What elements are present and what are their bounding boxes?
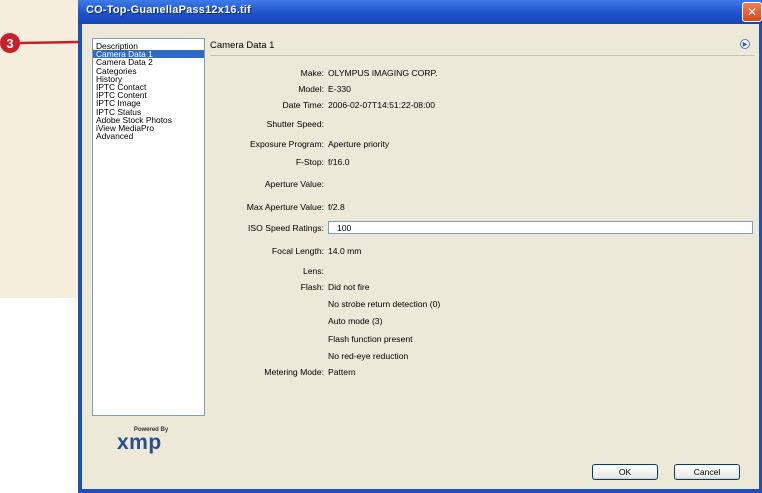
metadata-row: Date Time: 2006-02-07T14:51:22-08:00 bbox=[210, 98, 755, 112]
window-title: CO-Top-GuanellaPass12x16.tif bbox=[86, 4, 251, 16]
metadata-value: Aperture priority bbox=[328, 139, 390, 149]
cancel-button[interactable]: Cancel bbox=[674, 464, 740, 480]
iso-speed-field[interactable]: 100 bbox=[328, 221, 753, 234]
metadata-row: F-Stop: f/16.0 bbox=[210, 155, 755, 169]
metadata-row: Make: OLYMPUS IMAGING CORP. bbox=[210, 66, 755, 80]
metadata-row: Focal Length: 14.0 mm bbox=[210, 244, 755, 258]
xmp-logo: Powered By xmp bbox=[117, 427, 177, 453]
metadata-value: 2006-02-07T14:51:22-08:00 bbox=[328, 100, 436, 110]
panel-menu-button[interactable]: ▶ bbox=[740, 39, 750, 49]
metadata-row: Flash function present bbox=[210, 332, 755, 346]
metadata-label: ISO Speed Ratings: bbox=[248, 223, 324, 233]
panel-title: Camera Data 1 bbox=[210, 40, 275, 51]
metadata-value: Auto mode (3) bbox=[328, 316, 383, 326]
metadata-value: Pattern bbox=[328, 367, 356, 377]
metadata-label: Make: bbox=[300, 68, 324, 78]
metadata-value: E-330 bbox=[328, 84, 351, 94]
metadata-row: No strobe return detection (0) bbox=[210, 297, 755, 311]
metadata-label: Max Aperture Value: bbox=[246, 202, 324, 212]
metadata-label: Aperture Value: bbox=[264, 179, 324, 189]
metadata-row: Aperture Value: bbox=[210, 177, 755, 191]
metadata-value: OLYMPUS IMAGING CORP. bbox=[328, 68, 438, 78]
metadata-row: Shutter Speed: bbox=[210, 117, 755, 131]
metadata-row: ISO Speed Ratings: 100 bbox=[210, 221, 755, 235]
metadata-row: Exposure Program: Aperture priority bbox=[210, 137, 755, 151]
metadata-value: f/16.0 bbox=[328, 157, 350, 167]
metadata-row: Flash: Did not fire bbox=[210, 280, 755, 294]
metadata-label: Shutter Speed: bbox=[266, 119, 324, 129]
metadata-value: No red-eye reduction bbox=[328, 351, 409, 361]
metadata-value: 14.0 mm bbox=[328, 246, 362, 256]
metadata-row: Metering Mode: Pattern bbox=[210, 365, 755, 379]
file-info-dialog: CO-Top-GuanellaPass12x16.tif ✕ Descripti… bbox=[78, 0, 762, 493]
category-item[interactable]: Advanced bbox=[93, 132, 204, 141]
metadata-label: Lens: bbox=[302, 266, 324, 276]
metadata-label: Focal Length: bbox=[271, 246, 324, 256]
metadata-value: f/2.8 bbox=[328, 202, 345, 212]
metadata-value: No strobe return detection (0) bbox=[328, 299, 441, 309]
metadata-label: Exposure Program: bbox=[249, 139, 324, 149]
info-arrow-icon: ▶ bbox=[742, 40, 748, 48]
ok-button[interactable]: OK bbox=[592, 464, 658, 480]
metadata-row: No red-eye reduction bbox=[210, 349, 755, 363]
metadata-row: Model: E-330 bbox=[210, 82, 755, 96]
close-icon: ✕ bbox=[746, 5, 758, 19]
close-button[interactable]: ✕ bbox=[742, 2, 762, 22]
title-bar[interactable]: CO-Top-GuanellaPass12x16.tif ✕ bbox=[78, 0, 762, 24]
category-list[interactable]: Description Camera Data 1 Camera Data 2 Cat… bbox=[92, 38, 205, 416]
xmp-logo-wordmark: xmp bbox=[117, 431, 162, 454]
metadata-row: Max Aperture Value: f/2.8 bbox=[210, 200, 755, 214]
metadata-value: Did not fire bbox=[328, 282, 370, 292]
metadata-label: Flash: bbox=[300, 282, 324, 292]
metadata-row: Auto mode (3) bbox=[210, 314, 755, 328]
metadata-value: Flash function present bbox=[328, 334, 413, 344]
metadata-label: Date Time: bbox=[282, 100, 324, 110]
metadata-label: F-Stop: bbox=[295, 157, 324, 167]
step-callout-badge: 3 bbox=[0, 33, 20, 53]
metadata-label: Model: bbox=[298, 84, 324, 94]
panel-divider bbox=[210, 55, 755, 56]
dialog-client-area: Description Camera Data 1 Camera Data 2 Cat… bbox=[82, 24, 759, 489]
metadata-label: Metering Mode: bbox=[264, 367, 324, 377]
metadata-row: Lens: bbox=[210, 264, 755, 278]
